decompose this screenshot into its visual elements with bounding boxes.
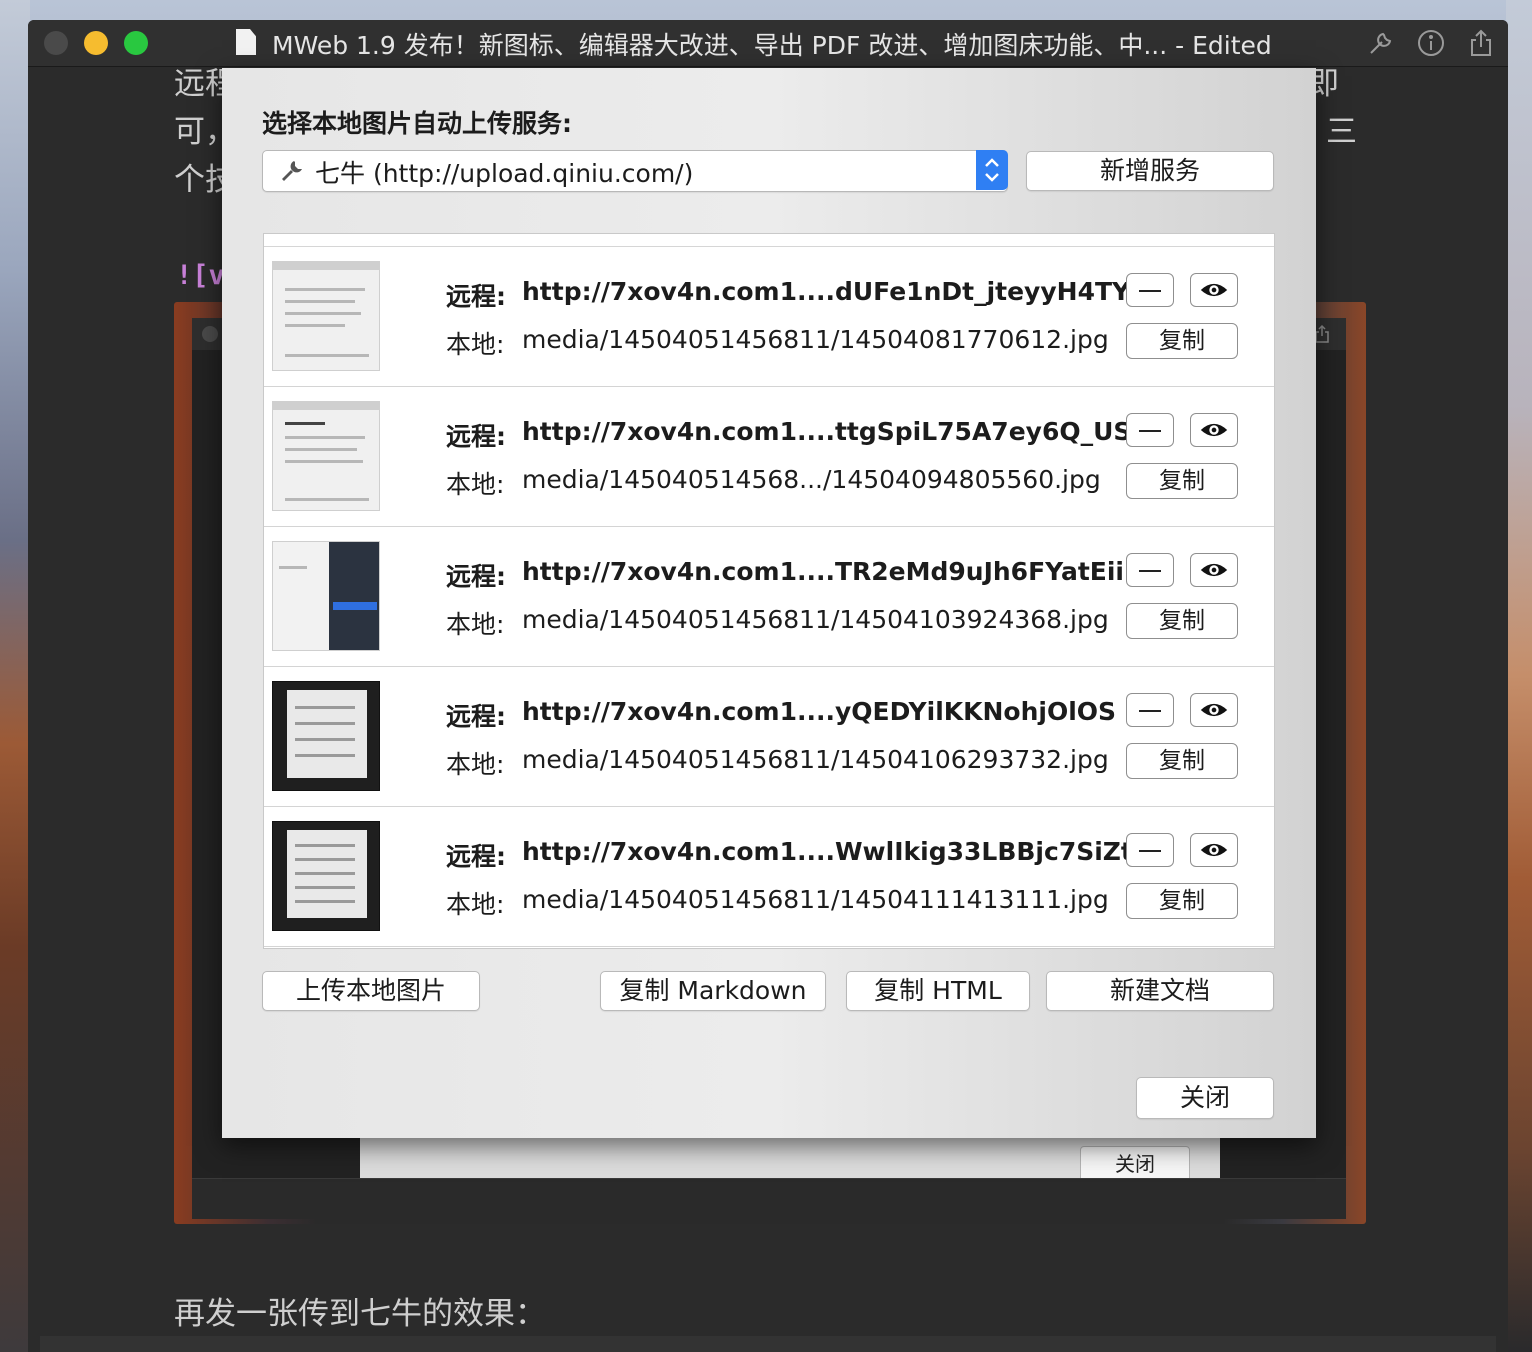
- window-title: MWeb 1.9 发布！新图标、编辑器大改进、导出 PDF 改进、增加图床功能、…: [272, 31, 1272, 60]
- remove-button[interactable]: [1126, 553, 1174, 587]
- list-item[interactable]: 远程: http://7xov4n.com1....TR2eMd9uJh6FYa…: [264, 527, 1274, 667]
- editor-bottom-strip: [40, 1336, 1496, 1352]
- remove-button[interactable]: [1126, 273, 1174, 307]
- titlebar: MWeb 1.9 发布！新图标、编辑器大改进、导出 PDF 改进、增加图床功能、…: [28, 20, 1508, 67]
- document-icon: [236, 29, 256, 55]
- wrench-icon: [282, 161, 302, 181]
- eye-icon[interactable]: [1190, 693, 1238, 727]
- eye-icon[interactable]: [1190, 553, 1238, 587]
- embedded-close-button: 关闭: [1080, 1146, 1190, 1182]
- embedded-bottom-bar: [192, 1178, 1346, 1219]
- local-path: media/14504051456811/14504081770612.jpg: [522, 325, 1109, 354]
- editor-text-line: 三: [1326, 114, 1357, 150]
- remote-url: http://7xov4n.com1....ttgSpiL75A7ey6Q_US: [522, 417, 1132, 446]
- copy-button[interactable]: 复制: [1126, 883, 1238, 919]
- list-header-spacer: [264, 234, 1274, 247]
- image-upload-dialog: 选择本地图片自动上传服务: 七牛 (http://upload.qiniu.co…: [222, 68, 1316, 1138]
- share-icon[interactable]: [1466, 28, 1496, 58]
- local-path: media/14504051456811/14504111413111.jpg: [522, 885, 1109, 914]
- close-window-button[interactable]: [44, 31, 68, 55]
- remote-label: 远程:: [446, 282, 506, 311]
- minus-icon: [1139, 710, 1161, 712]
- eye-icon[interactable]: [1190, 273, 1238, 307]
- list-item[interactable]: 远程: http://7xov4n.com1....ttgSpiL75A7ey6…: [264, 387, 1274, 527]
- desktop-wallpaper-right: [1506, 0, 1532, 1352]
- remote-label: 远程:: [446, 842, 506, 871]
- upload-service-select[interactable]: 七牛 (http://upload.qiniu.com/): [262, 150, 1008, 192]
- eye-icon[interactable]: [1190, 413, 1238, 447]
- local-path: media/145040514568.../14504094805560.jpg: [522, 465, 1101, 494]
- remote-url: http://7xov4n.com1....dUFe1nDt_jteyyH4TY: [522, 277, 1131, 306]
- wrench-icon[interactable]: [1366, 28, 1396, 58]
- image-thumbnail: [272, 821, 380, 931]
- copy-html-button[interactable]: 复制 HTML: [846, 971, 1030, 1011]
- copy-markdown-button[interactable]: 复制 Markdown: [600, 971, 826, 1011]
- image-thumbnail: [272, 401, 380, 511]
- remove-button[interactable]: [1126, 413, 1174, 447]
- image-thumbnail: [272, 681, 380, 791]
- minus-icon: [1139, 430, 1161, 432]
- image-thumbnail: [272, 541, 380, 651]
- remote-label: 远程:: [446, 562, 506, 591]
- list-item[interactable]: 远程: http://7xov4n.com1....WwlIkig33LBBjc…: [264, 807, 1274, 947]
- chevron-updown-icon: [976, 150, 1008, 190]
- upload-local-images-button[interactable]: 上传本地图片: [262, 971, 480, 1011]
- minus-icon: [1139, 850, 1161, 852]
- remote-url: http://7xov4n.com1....TR2eMd9uJh6FYatEii: [522, 557, 1125, 586]
- upload-service-label: 选择本地图片自动上传服务:: [262, 109, 572, 138]
- info-icon[interactable]: [1416, 28, 1446, 58]
- remote-url: http://7xov4n.com1....WwlIkig33LBBjc7SiZ…: [522, 837, 1133, 866]
- local-label: 本地:: [446, 470, 505, 499]
- add-service-button[interactable]: 新增服务: [1026, 151, 1274, 191]
- remove-button[interactable]: [1126, 693, 1174, 727]
- eye-icon[interactable]: [1190, 833, 1238, 867]
- local-path: media/14504051456811/14504106293732.jpg: [522, 745, 1109, 774]
- copy-button[interactable]: 复制: [1126, 463, 1238, 499]
- minus-icon: [1139, 570, 1161, 572]
- copy-button[interactable]: 复制: [1126, 323, 1238, 359]
- embedded-close-dot: [202, 326, 218, 342]
- desktop-wallpaper-left: [0, 0, 30, 1352]
- minimize-window-button[interactable]: [84, 31, 108, 55]
- local-label: 本地:: [446, 610, 505, 639]
- remote-url: http://7xov4n.com1....yQEDYilKKNohjOlOS: [522, 697, 1117, 726]
- image-thumbnail: [272, 261, 380, 371]
- copy-button[interactable]: 复制: [1126, 603, 1238, 639]
- upload-service-value: 七牛 (http://upload.qiniu.com/): [315, 159, 694, 188]
- fullscreen-window-button[interactable]: [124, 31, 148, 55]
- uploaded-images-list: 远程: http://7xov4n.com1....dUFe1nDt_jteyy…: [263, 233, 1275, 949]
- local-label: 本地:: [446, 330, 505, 359]
- list-item[interactable]: 远程: http://7xov4n.com1....yQEDYilKKNohjO…: [264, 667, 1274, 807]
- local-label: 本地:: [446, 750, 505, 779]
- remove-button[interactable]: [1126, 833, 1174, 867]
- minus-icon: [1139, 290, 1161, 292]
- remote-label: 远程:: [446, 702, 506, 731]
- local-label: 本地:: [446, 890, 505, 919]
- editor-paragraph: 再发一张传到七牛的效果：: [174, 1296, 546, 1332]
- close-button[interactable]: 关闭: [1136, 1077, 1274, 1119]
- new-document-button[interactable]: 新建文档: [1046, 971, 1274, 1011]
- list-item[interactable]: 远程: http://7xov4n.com1....dUFe1nDt_jteyy…: [264, 247, 1274, 387]
- local-path: media/14504051456811/14504103924368.jpg: [522, 605, 1109, 634]
- copy-button[interactable]: 复制: [1126, 743, 1238, 779]
- markdown-image-syntax: ![v: [176, 260, 225, 291]
- remote-label: 远程:: [446, 422, 506, 451]
